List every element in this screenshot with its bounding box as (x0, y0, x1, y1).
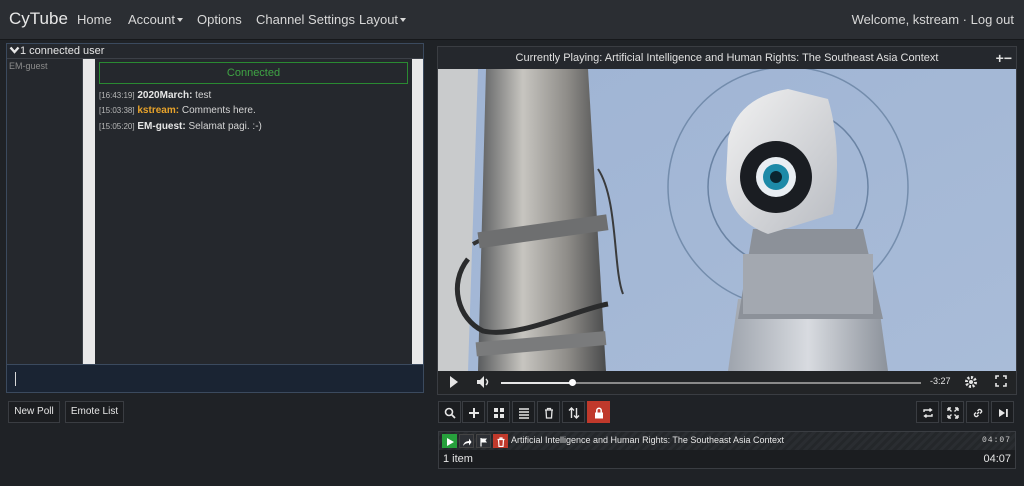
make-temp-button[interactable] (476, 434, 491, 448)
queue-next-button[interactable] (459, 434, 474, 448)
fullscreen-icon[interactable] (995, 375, 1007, 387)
volume-icon[interactable] (476, 375, 490, 389)
message-text: test (192, 90, 212, 101)
queue-item-duration: 04:07 (981, 436, 1011, 445)
emote-list-button[interactable]: Emote List (65, 401, 124, 423)
logout-link[interactable]: Log out (971, 12, 1014, 27)
message-timestamp: [15:03:38] (99, 106, 135, 115)
chat-message: [15:05:20] EM-guest: Selamat pagi. :-) (99, 121, 262, 132)
lock-icon (595, 407, 603, 419)
link-icon (973, 408, 983, 418)
caret-down-icon (176, 18, 183, 22)
shuffle-sort-button[interactable] (562, 401, 585, 423)
play-now-button[interactable] (442, 434, 457, 448)
plus-icon (469, 408, 479, 418)
play-icon (447, 438, 454, 446)
delete-item-button[interactable] (493, 434, 508, 448)
share-arrow-icon (463, 438, 472, 446)
userlist: EM-guest (7, 59, 83, 364)
sort-icon (568, 407, 580, 419)
message-username[interactable]: EM-guest: (137, 121, 185, 132)
repeat-icon (923, 407, 933, 419)
search-button[interactable] (438, 401, 461, 423)
message-timestamp: [15:05:20] (99, 122, 135, 131)
play-icon[interactable] (449, 375, 459, 389)
new-poll-button[interactable]: New Poll (8, 401, 60, 423)
chat-input[interactable] (7, 364, 423, 392)
userlist-item[interactable]: EM-guest (9, 61, 80, 71)
player-controls: -3:27 (438, 371, 1016, 394)
seek-bar[interactable] (501, 379, 921, 386)
nav-account[interactable]: Account (128, 12, 183, 27)
shuffle-icon (947, 407, 959, 419)
separator: · (962, 12, 967, 27)
video-player: Currently Playing: Artificial Intelligen… (437, 46, 1017, 395)
userlist-scrollbar[interactable] (83, 59, 95, 364)
message-buffer: Connected [16:43:19] 2020March: test [15… (95, 59, 412, 364)
playlist-queue: Artificial Intelligence and Human Rights… (438, 431, 1016, 469)
message-timestamp: [16:43:19] (99, 91, 135, 100)
userlist-toggle[interactable]: 1 connected user (7, 44, 423, 59)
queue-total-duration: 04:07 (983, 453, 1011, 465)
now-playing-title: Currently Playing: Artificial Intelligen… (438, 47, 1016, 69)
search-icon (444, 407, 456, 419)
queue-item-title[interactable]: Artificial Intelligence and Human Rights… (511, 435, 784, 445)
queue-item-count: 1 item (443, 453, 473, 465)
lock-playlist-button[interactable] (587, 401, 610, 423)
message-username[interactable]: 2020March: (137, 90, 192, 101)
nav-home[interactable]: Home (77, 12, 112, 27)
welcome-area: Welcome, kstream · Log out (852, 12, 1014, 27)
nav-account-label: Account (128, 12, 175, 27)
list-icon (519, 408, 529, 419)
queue-item[interactable]: Artificial Intelligence and Human Rights… (439, 432, 1015, 450)
skip-button[interactable] (991, 401, 1014, 423)
queue-footer: 1 item 04:07 (439, 451, 1015, 469)
nav-options[interactable]: Options (197, 12, 242, 27)
grid-icon (494, 408, 504, 418)
skip-icon (999, 409, 1008, 417)
settings-gear-icon[interactable] (964, 375, 978, 389)
seek-bar-fill (501, 382, 573, 384)
connected-status: Connected (99, 62, 408, 84)
seek-bar-handle[interactable] (569, 379, 577, 386)
clear-playlist-button[interactable] (537, 401, 560, 423)
nav-layout[interactable]: Layout (359, 12, 407, 27)
message-username[interactable]: kstream: (137, 105, 179, 116)
message-text: Comments here. (179, 105, 256, 116)
navbar: CyTube Home Account Options Channel Sett… (0, 0, 1024, 40)
repeat-button[interactable] (916, 401, 939, 423)
video-frame-image (438, 69, 1016, 371)
grid-view-button[interactable] (487, 401, 510, 423)
trash-icon (545, 407, 553, 419)
chat-panel: 1 connected user EM-guest Connected [16:… (6, 43, 424, 393)
nav-channel-settings[interactable]: Channel Settings (256, 12, 355, 27)
get-link-button[interactable] (966, 401, 989, 423)
trash-icon (497, 437, 505, 447)
time-remaining: -3:27 (930, 376, 951, 386)
list-view-button[interactable] (512, 401, 535, 423)
chevron-down-icon (9, 46, 20, 54)
fullscreen-toggle-button[interactable] (941, 401, 964, 423)
text-cursor (15, 372, 16, 386)
zoom-controls[interactable]: +− (996, 47, 1012, 69)
chat-message: [15:03:38] kstream: Comments here. (99, 105, 256, 116)
nav-layout-label: Layout (359, 12, 399, 27)
flag-icon (480, 438, 487, 447)
message-text: Selamat pagi. :-) (185, 121, 262, 132)
video-frame[interactable] (438, 69, 1016, 371)
add-media-button[interactable] (462, 401, 485, 423)
welcome-text: Welcome, kstream (851, 12, 960, 27)
chat-message: [16:43:19] 2020March: test (99, 90, 211, 101)
chat-scrollbar[interactable] (412, 59, 423, 364)
user-count: 1 connected user (20, 45, 105, 57)
brand-logo[interactable]: CyTube (9, 9, 68, 29)
caret-down-icon (400, 18, 407, 22)
